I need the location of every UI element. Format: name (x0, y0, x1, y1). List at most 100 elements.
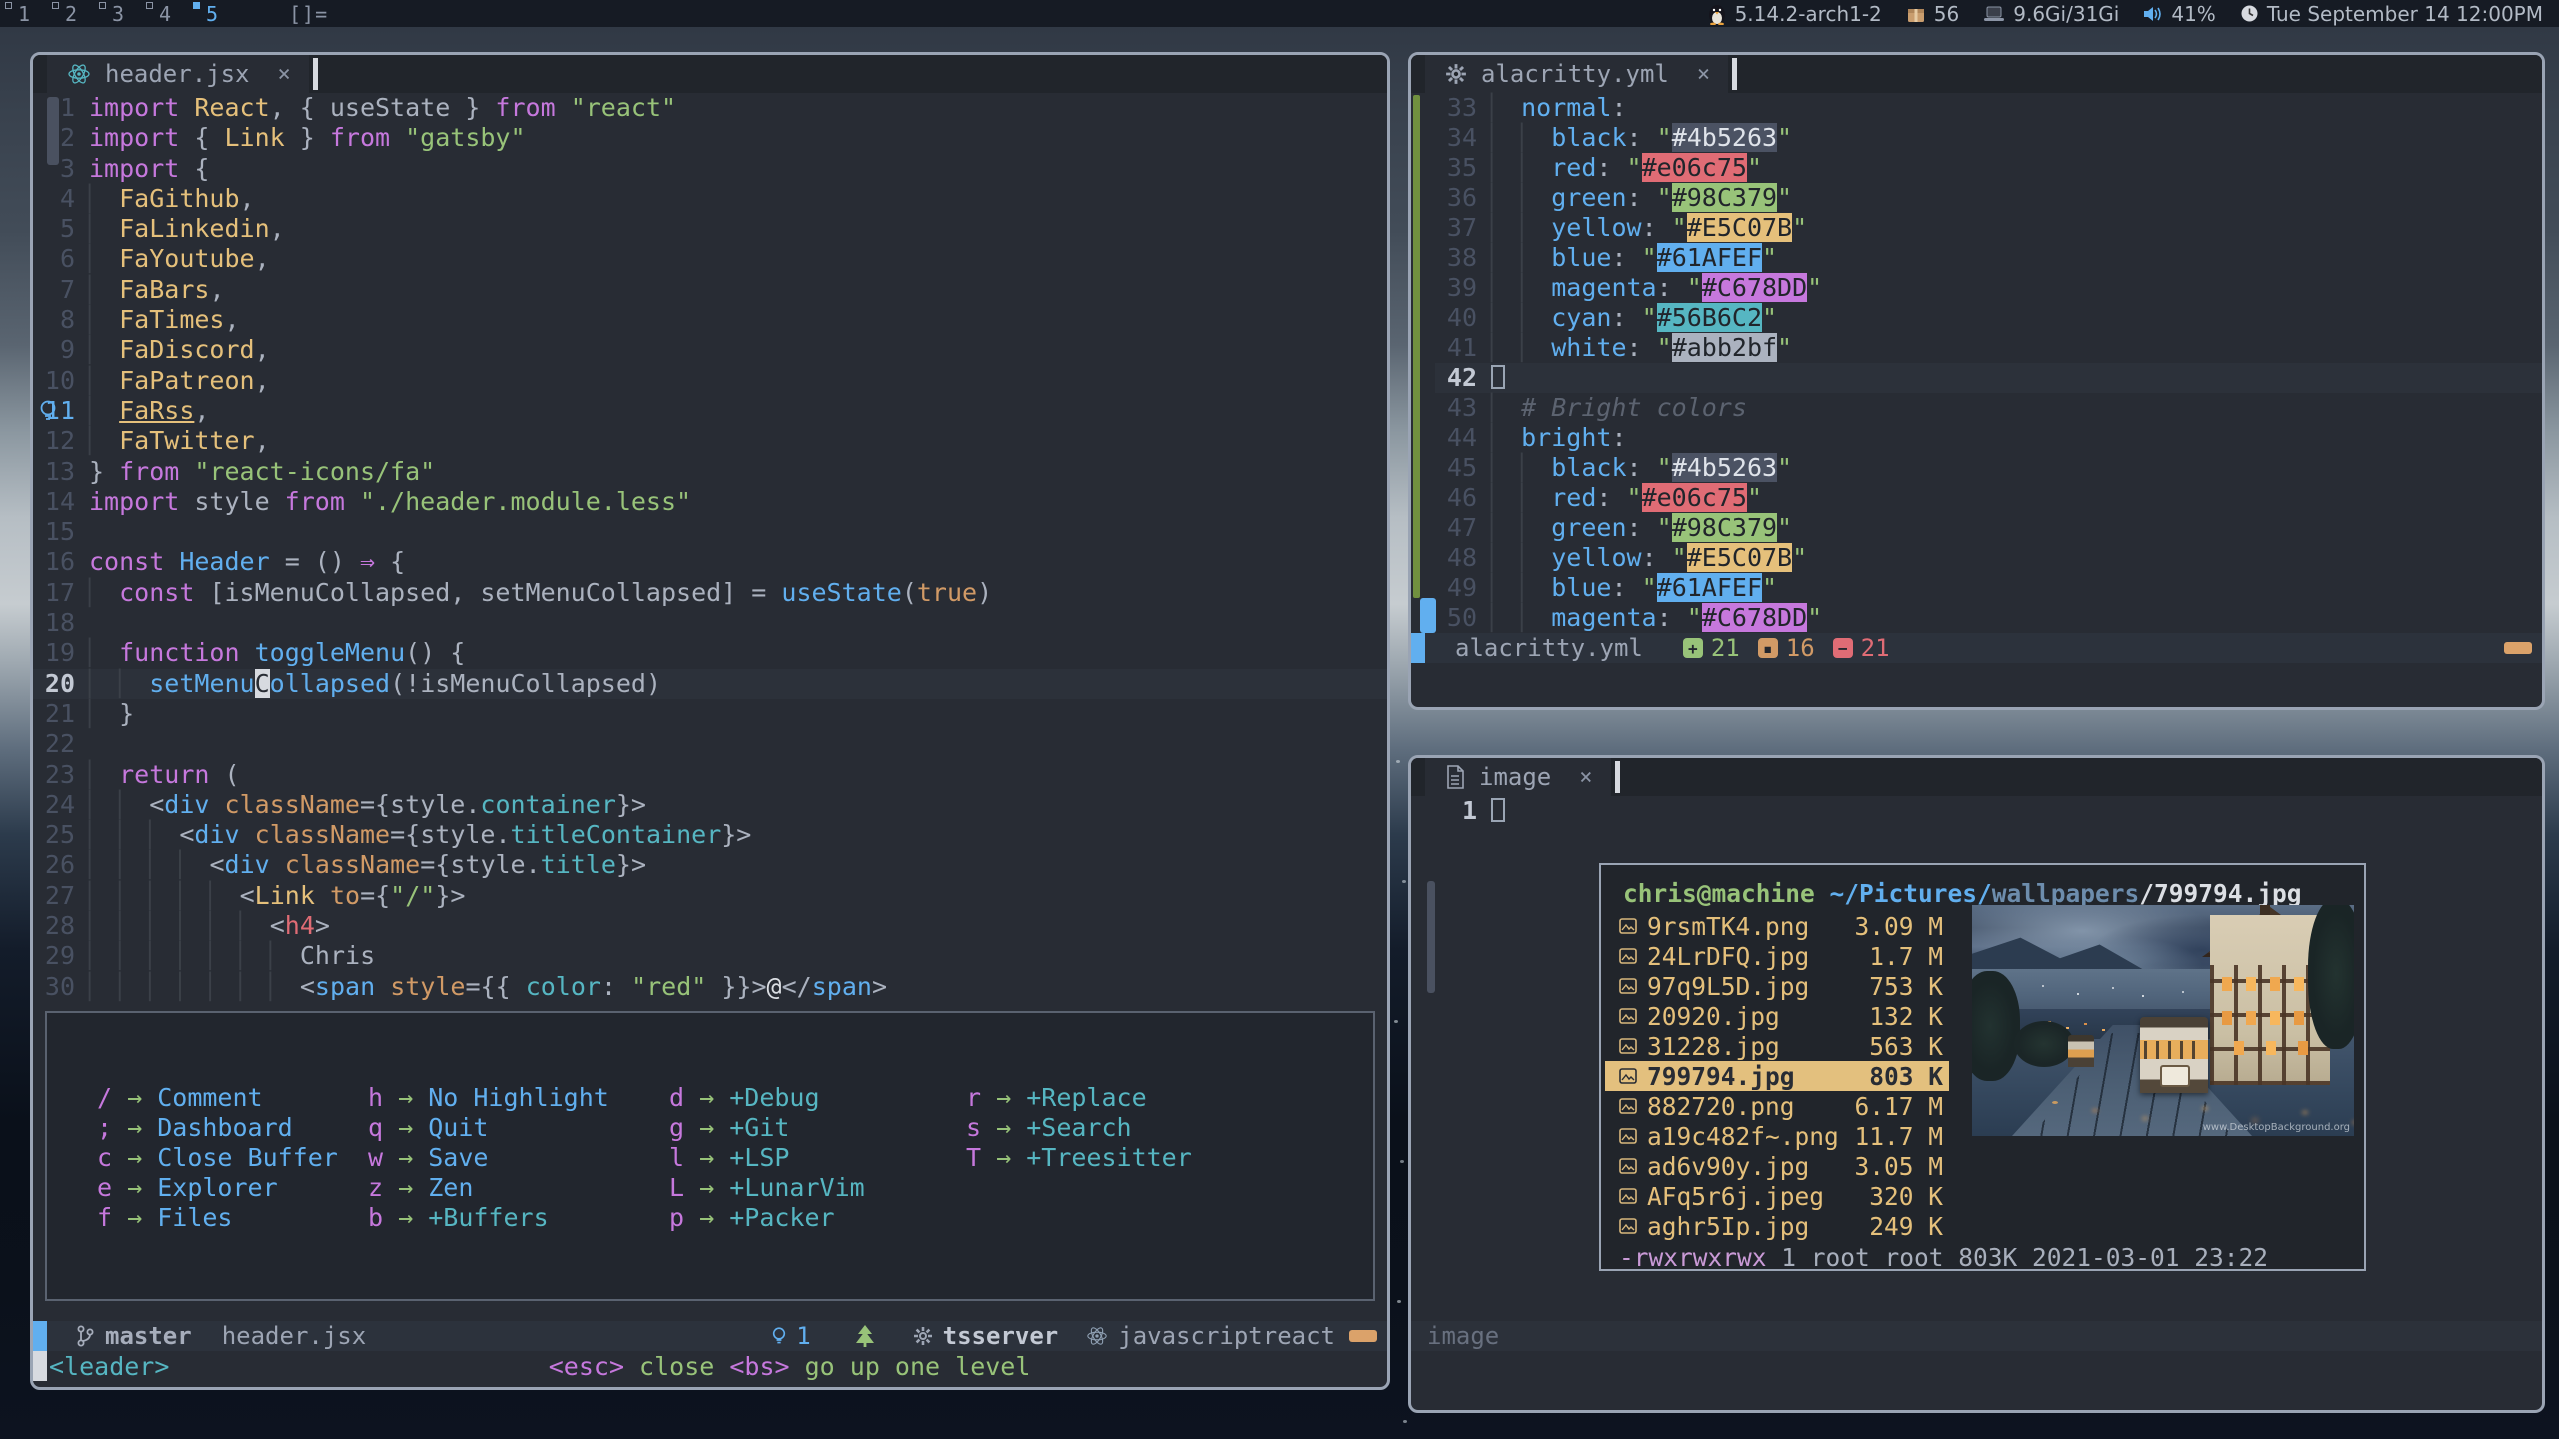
code-line-6[interactable]: 6▏ FaYoutube, (33, 244, 1387, 274)
code-line-21[interactable]: 21▏ } (33, 699, 1387, 729)
code-line-26[interactable]: 26▏ ▏ ▏ ▏ <div className={style.title}> (33, 850, 1387, 880)
code-line-25[interactable]: 25▏ ▏ ▏ <div className={style.titleConta… (33, 820, 1387, 850)
file-explorer-float[interactable]: chris@machine ~/Pictures/wallpapers/7997… (1599, 863, 2366, 1271)
whichkey-binding--treesitter[interactable]: T → +Treesitter (966, 1143, 1192, 1173)
whichkey-binding-save[interactable]: w → Save (368, 1143, 669, 1173)
code-line-37[interactable]: 37▏ ▏ yellow: "#E5C07B" (1435, 213, 2542, 243)
code-line-4[interactable]: 4▏ FaGithub, (33, 184, 1387, 214)
tab-close-icon[interactable]: × (1579, 765, 1592, 790)
whichkey-binding--packer[interactable]: p → +Packer (669, 1203, 966, 1233)
whichkey-binding--lunarvim[interactable]: L → +LunarVim (669, 1173, 966, 1203)
code-line-17[interactable]: 17▏ const [isMenuCollapsed, setMenuColla… (33, 578, 1387, 608)
editor-window-image[interactable]: image × 1 chris@machine ~/Pictures/wallp… (1408, 755, 2545, 1413)
file-row-ad6v90y.jpg[interactable]: ad6v90y.jpg3.05 M (1605, 1151, 1949, 1181)
code-line-9[interactable]: 9▏ FaDiscord, (33, 335, 1387, 365)
git-branch[interactable]: master (75, 1322, 192, 1350)
code-line-49[interactable]: 49▏ ▏ blue: "#61AFEF" (1435, 573, 2542, 603)
file-row-882720.png[interactable]: 882720.png6.17 M (1605, 1091, 1949, 1121)
code-line-33[interactable]: 33▏ normal: (1435, 93, 2542, 123)
workspace-3[interactable]: 3 (94, 0, 141, 27)
code-line-27[interactable]: 27▏ ▏ ▏ ▏ ▏ <Link to={"/"}> (33, 881, 1387, 911)
code-line-16[interactable]: 16const Header = () ⇒ { (33, 547, 1387, 577)
code-line-29[interactable]: 29▏ ▏ ▏ ▏ ▏ ▏ ▏ Chris (33, 941, 1387, 971)
code-line-39[interactable]: 39▏ ▏ magenta: "#C678DD" (1435, 273, 2542, 303)
file-row-aghr5Ip.jpg[interactable]: aghr5Ip.jpg249 K (1605, 1211, 1949, 1241)
code-line-43[interactable]: 43▏ # Bright colors (1435, 393, 2542, 423)
code-line-35[interactable]: 35▏ ▏ red: "#e06c75" (1435, 153, 2542, 183)
code-line-36[interactable]: 36▏ ▏ green: "#98C379" (1435, 183, 2542, 213)
file-row-a19c482f~.png[interactable]: a19c482f~.png11.7 M (1605, 1121, 1949, 1151)
code-line-50[interactable]: 50▏ ▏ magenta: "#C678DD" (1435, 603, 2542, 633)
whichkey-binding--search[interactable]: s → +Search (966, 1113, 1192, 1143)
scrollbar-thumb[interactable] (1420, 598, 1436, 633)
code-line-13[interactable]: 13} from "react-icons/fa" (33, 457, 1387, 487)
command-line[interactable]: <leader> <esc> close <bs> go up one leve… (33, 1351, 1387, 1381)
tab-close-icon[interactable]: × (1697, 62, 1710, 87)
code-line-38[interactable]: 38▏ ▏ blue: "#61AFEF" (1435, 243, 2542, 273)
workspace-2[interactable]: 2 (47, 0, 94, 27)
file-row-9rsmTK4.png[interactable]: 9rsmTK4.png3.09 M (1605, 911, 1949, 941)
code-line-7[interactable]: 7▏ FaBars, (33, 275, 1387, 305)
file-list[interactable]: 9rsmTK4.png3.09 M24LrDFQ.jpg1.7 M97q9L5D… (1605, 911, 1949, 1241)
whichkey-binding-dashboard[interactable]: ; → Dashboard (97, 1113, 368, 1143)
code-line-14[interactable]: 14import style from "./header.module.les… (33, 487, 1387, 517)
whichkey-binding-no-highlight[interactable]: h → No Highlight (368, 1083, 669, 1113)
code-line-11[interactable]: 11▏ FaRss, (33, 396, 1387, 426)
code-line-22[interactable]: 22 (33, 729, 1387, 759)
scrollbar-thumb[interactable] (1427, 881, 1435, 993)
file-row-20920.jpg[interactable]: 20920.jpg132 K (1605, 1001, 1949, 1031)
code-line-44[interactable]: 44▏ bright: (1435, 423, 2542, 453)
code-line-8[interactable]: 8▏ FaTimes, (33, 305, 1387, 335)
code-line-45[interactable]: 45▏ ▏ black: "#4b5263" (1435, 453, 2542, 483)
whichkey-binding-zen[interactable]: z → Zen (368, 1173, 669, 1203)
code-line-34[interactable]: 34▏ ▏ black: "#4b5263" (1435, 123, 2542, 153)
file-row-AFq5r6j.jpeg[interactable]: AFq5r6j.jpeg320 K (1605, 1181, 1949, 1211)
tab-image[interactable]: image × (1425, 758, 1611, 796)
workspace-1[interactable]: 1 (0, 0, 47, 27)
code-line-47[interactable]: 47▏ ▏ green: "#98C379" (1435, 513, 2542, 543)
code-line-28[interactable]: 28▏ ▏ ▏ ▏ ▏ ▏ <h4> (33, 911, 1387, 941)
code-line-2[interactable]: 2import { Link } from "gatsby" (33, 123, 1387, 153)
code-area[interactable]: 1import React, { useState } from "react"… (33, 93, 1387, 1002)
whichkey-binding--debug[interactable]: d → +Debug (669, 1083, 966, 1113)
code-action-bulb-icon[interactable] (37, 399, 59, 427)
whichkey-binding-close-buffer[interactable]: c → Close Buffer (97, 1143, 368, 1173)
tab-header-jsx[interactable]: header.jsx × (47, 55, 309, 93)
workspace-5[interactable]: 5 (188, 0, 235, 27)
code-line-42[interactable]: 42 (1435, 363, 2542, 393)
file-row-24LrDFQ.jpg[interactable]: 24LrDFQ.jpg1.7 M (1605, 941, 1949, 971)
tab-close-icon[interactable]: × (278, 62, 291, 87)
file-row-31228.jpg[interactable]: 31228.jpg563 K (1605, 1031, 1949, 1061)
editor-window-alacritty-yml[interactable]: alacritty.yml × 33▏ normal:34▏ ▏ black: … (1408, 52, 2545, 710)
editor-window-header-jsx[interactable]: header.jsx × 1import React, { useState }… (30, 52, 1390, 1390)
buffer-line-1[interactable]: 1 (1435, 796, 2542, 826)
code-line-40[interactable]: 40▏ ▏ cyan: "#56B6C2" (1435, 303, 2542, 333)
code-line-10[interactable]: 10▏ FaPatreon, (33, 366, 1387, 396)
code-line-48[interactable]: 48▏ ▏ yellow: "#E5C07B" (1435, 543, 2542, 573)
workspace-4[interactable]: 4 (141, 0, 188, 27)
whichkey-binding-quit[interactable]: q → Quit (368, 1113, 669, 1143)
code-line-5[interactable]: 5▏ FaLinkedin, (33, 214, 1387, 244)
code-line-1[interactable]: 1import React, { useState } from "react" (33, 93, 1387, 123)
code-line-15[interactable]: 15 (33, 517, 1387, 547)
code-area[interactable]: 33▏ normal:34▏ ▏ black: "#4b5263"35▏ ▏ r… (1435, 93, 2542, 633)
whichkey-binding-comment[interactable]: / → Comment (97, 1083, 368, 1113)
whichkey-binding--replace[interactable]: r → +Replace (966, 1083, 1192, 1113)
code-line-18[interactable]: 18 (33, 608, 1387, 638)
code-line-19[interactable]: 19▏ function toggleMenu() { (33, 638, 1387, 668)
code-line-24[interactable]: 24▏ ▏ <div className={style.container}> (33, 790, 1387, 820)
code-line-46[interactable]: 46▏ ▏ red: "#e06c75" (1435, 483, 2542, 513)
code-line-30[interactable]: 30▏ ▏ ▏ ▏ ▏ ▏ ▏ <span style={{ color: "r… (33, 972, 1387, 1002)
whichkey-binding-explorer[interactable]: e → Explorer (97, 1173, 368, 1203)
file-row-799794.jpg[interactable]: 799794.jpg803 K (1605, 1061, 1949, 1091)
code-line-23[interactable]: 23▏ return ( (33, 760, 1387, 790)
whichkey-binding--buffers[interactable]: b → +Buffers (368, 1203, 669, 1233)
tab-alacritty-yml[interactable]: alacritty.yml × (1425, 55, 1728, 93)
code-line-3[interactable]: 3import { (33, 154, 1387, 184)
whichkey-binding-files[interactable]: f → Files (97, 1203, 368, 1233)
file-row-97q9L5D.jpg[interactable]: 97q9L5D.jpg753 K (1605, 971, 1949, 1001)
code-line-41[interactable]: 41▏ ▏ white: "#abb2bf" (1435, 333, 2542, 363)
code-line-12[interactable]: 12▏ FaTwitter, (33, 426, 1387, 456)
code-line-20[interactable]: 20▏ ▏ setMenuCollapsed(!isMenuCollapsed) (33, 669, 1387, 699)
whichkey-binding--git[interactable]: g → +Git (669, 1113, 966, 1143)
